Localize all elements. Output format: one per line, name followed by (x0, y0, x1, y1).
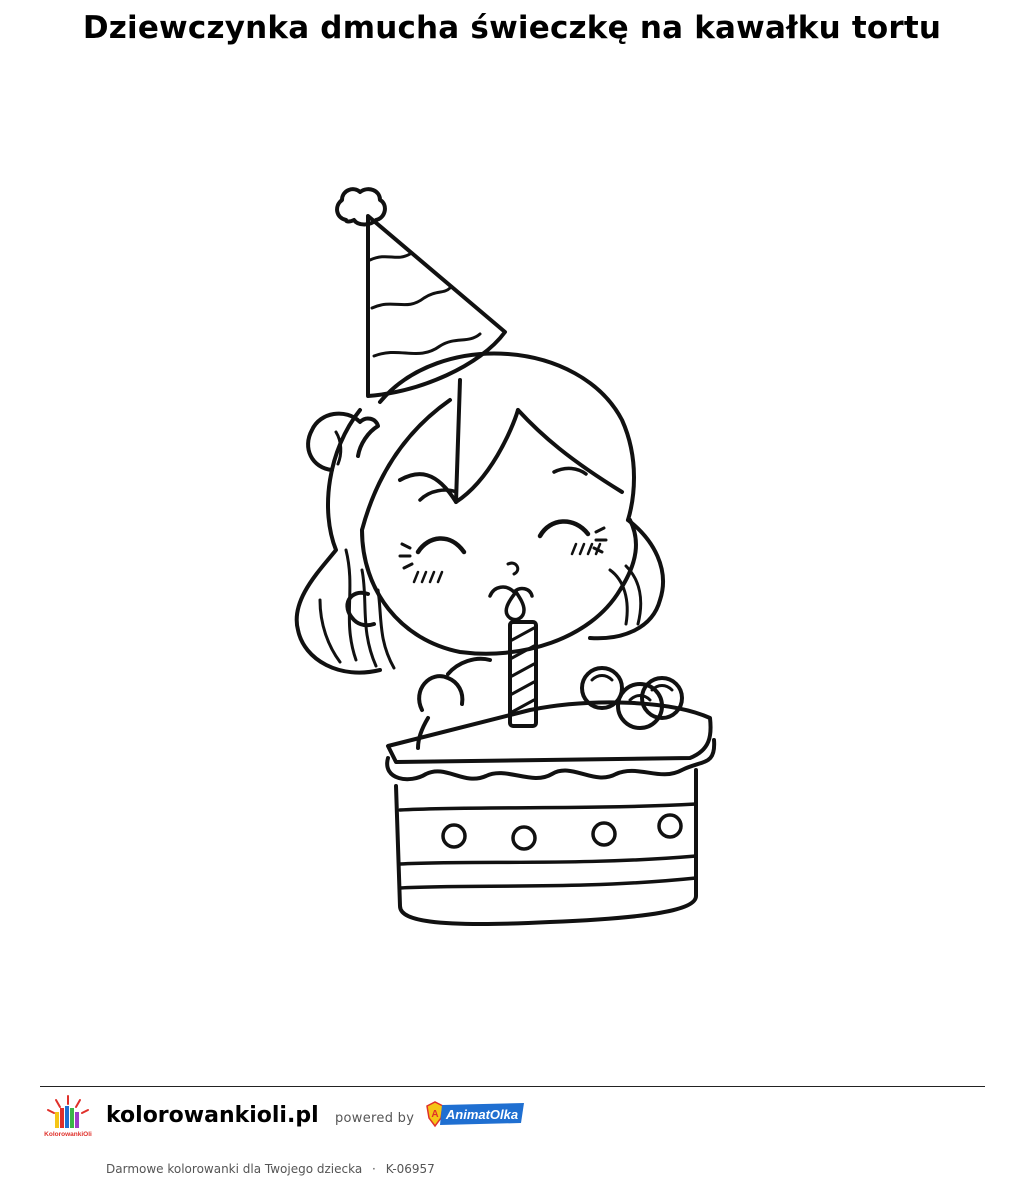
svg-text:AnimatOlka: AnimatOlka (445, 1107, 518, 1122)
site-name-link[interactable]: kolorowankioli.pl (106, 1102, 319, 1130)
footer-divider (40, 1086, 985, 1087)
page-title: Dziewczynka dmucha świeczkę na kawałku t… (82, 10, 942, 46)
animatolka-logo-icon[interactable]: A AnimatOlka (424, 1098, 526, 1132)
footer-tagline: Darmowe kolorowanki dla Twojego dziecka (106, 1162, 363, 1176)
site-logo-icon[interactable]: KolorowankiOli (42, 1092, 94, 1142)
footer-separator: · (372, 1162, 376, 1176)
powered-by-label: powered by (335, 1111, 415, 1126)
coloring-illustration (250, 170, 750, 940)
footer-code: K-06957 (385, 1162, 435, 1176)
footer-note: Darmowe kolorowanki dla Twojego dziecka … (106, 1161, 435, 1177)
svg-text:A: A (431, 1109, 438, 1120)
svg-text:KolorowankiOli: KolorowankiOli (44, 1131, 92, 1138)
